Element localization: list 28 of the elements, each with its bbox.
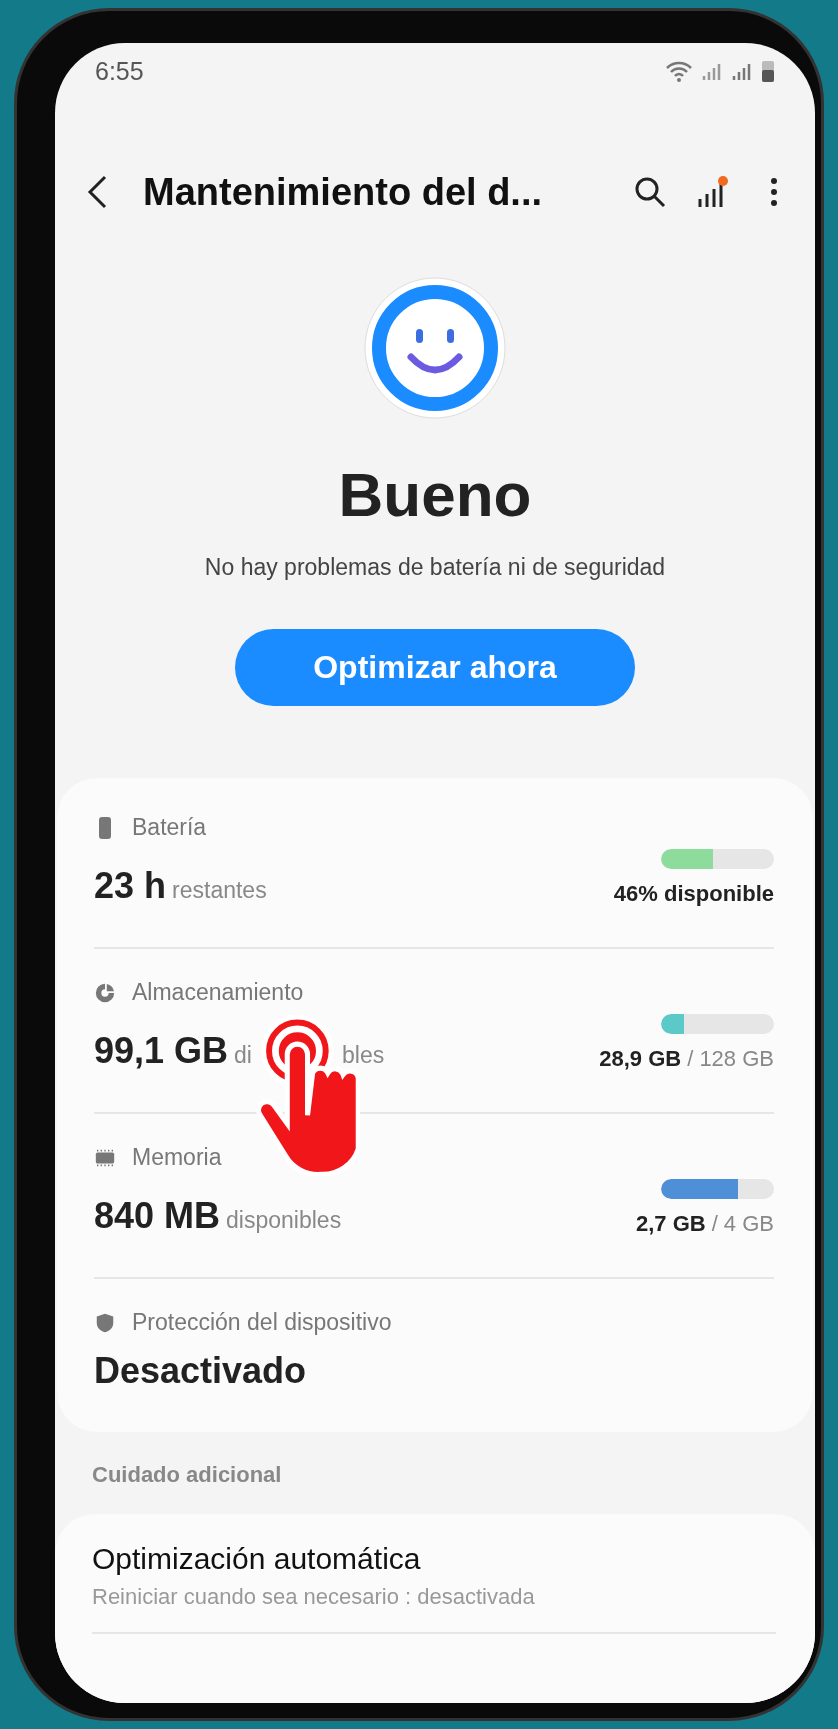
status-heading: Bueno [338, 459, 532, 530]
setting-subtitle: Reiniciar cuando sea necesario : desactivada [92, 1584, 536, 1610]
row-unit: disponibles [226, 1207, 342, 1234]
wifi-icon [665, 59, 693, 83]
row-unit: bles [342, 1042, 385, 1069]
row-value: 99,1 GB [94, 1030, 229, 1072]
status-message: No hay problemas de batería ni de seguridad [204, 554, 666, 581]
setting-title[interactable]: Optimización automática [92, 1542, 776, 1576]
row-label: Almacenamiento [132, 979, 304, 1006]
page-title: Mantenimiento del d... [143, 170, 544, 214]
row-value: 840 MB [94, 1195, 221, 1237]
row-unit: restantes [172, 877, 267, 904]
status-time: 6:55 [95, 56, 144, 86]
usage-reading: 46% disponible [613, 881, 774, 907]
row-label: Batería [132, 814, 207, 841]
row-label: Protección del dispositivo [132, 1309, 392, 1336]
usage-total: / 4 GB [711, 1211, 774, 1237]
row-value: Desactivado [94, 1350, 308, 1392]
row-unit: di [234, 1042, 252, 1069]
search-icon[interactable] [633, 175, 667, 209]
usage-reading: 28,9 GB [599, 1046, 682, 1072]
smiley-icon [364, 277, 506, 419]
usage-reading: 2,7 GB [635, 1211, 706, 1237]
row-value: 23 h [94, 865, 167, 907]
battery-icon [761, 59, 775, 83]
row-label: Memoria [132, 1144, 222, 1171]
usage-total: / 128 GB [687, 1046, 774, 1072]
section-heading: Cuidado adicional [92, 1462, 283, 1488]
